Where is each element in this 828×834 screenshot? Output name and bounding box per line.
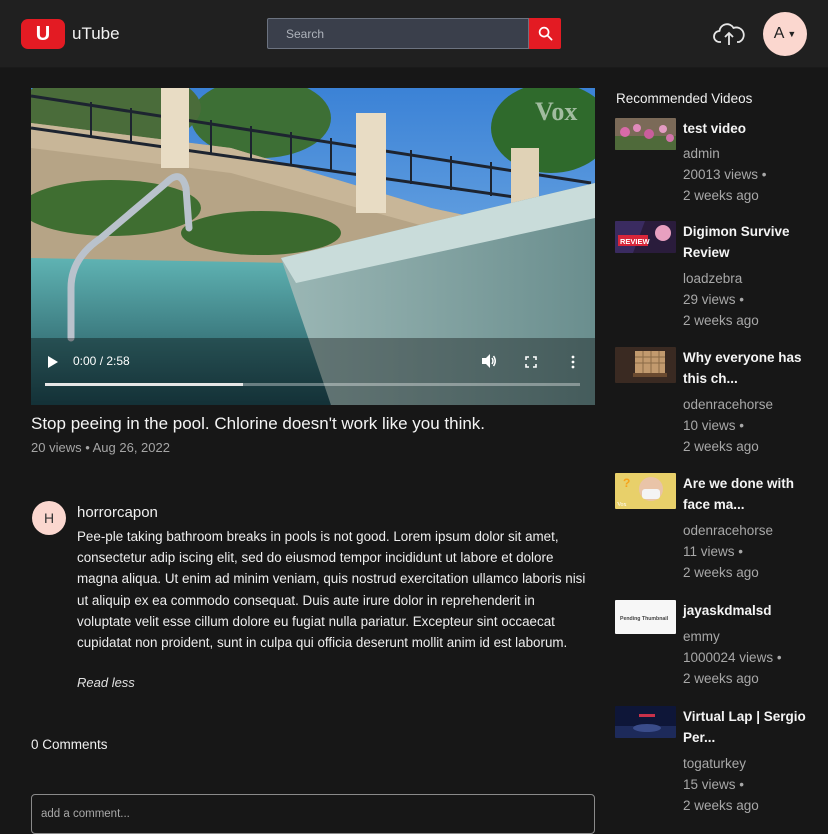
recommended-title[interactable]: test video	[683, 118, 813, 139]
avatar-letter: A	[773, 25, 785, 42]
video-player[interactable]: Vox 0:00 / 2:58	[31, 88, 595, 405]
thumbnail-text: Vox	[617, 502, 627, 508]
thumbnail-text: REVIEW	[620, 237, 651, 246]
recommended-item[interactable]: test video admin 20013 views • 2 weeks a…	[615, 118, 820, 236]
progress-fill	[45, 383, 243, 386]
recommended-title[interactable]: Digimon Survive Review	[683, 221, 813, 263]
video-thumbnail[interactable]	[615, 347, 676, 383]
recommended-item[interactable]: Pending Thumbnail jayaskdmalsd emmy 1000…	[615, 600, 820, 718]
recommended-age: 2 weeks ago	[683, 439, 759, 454]
play-button[interactable]	[47, 355, 59, 369]
player-controls: 0:00 / 2:58	[31, 88, 595, 405]
uploader-name[interactable]: horrorcapon	[77, 504, 158, 521]
recommended-title[interactable]: Are we done with face ma...	[683, 473, 813, 515]
more-options-icon[interactable]	[570, 355, 576, 369]
upload-button[interactable]	[712, 20, 746, 48]
recommended-title[interactable]: Virtual Lap | Sergio Per...	[683, 706, 813, 748]
search-bar	[267, 18, 561, 49]
recommended-item[interactable]: Virtual Lap | Sergio Per... togaturkey 1…	[615, 706, 820, 824]
recommended-views: 20013 views •	[683, 167, 767, 182]
video-thumbnail[interactable]: ? Vox	[615, 473, 676, 509]
top-header: U uTube A ▼	[0, 0, 828, 68]
recommended-channel: loadzebra	[683, 271, 743, 286]
video-meta: 20 views • Aug 26, 2022	[31, 440, 170, 455]
thumbnail-text: Pending Thumbnail	[620, 616, 669, 622]
uploader-avatar-letter: H	[43, 510, 55, 526]
recommended-age: 2 weeks ago	[683, 565, 759, 580]
read-less-link[interactable]: Read less	[77, 675, 135, 690]
recommended-views: 15 views •	[683, 777, 745, 792]
recommended-channel: odenracehorse	[683, 397, 774, 412]
caret-down-icon: ▼	[787, 29, 797, 39]
recommended-channel: odenracehorse	[683, 523, 774, 538]
recommended-channel: admin	[683, 146, 720, 161]
progress-bar[interactable]	[45, 383, 580, 386]
recommended-title[interactable]: jayaskdmalsd	[683, 600, 813, 621]
fullscreen-button[interactable]	[525, 356, 537, 368]
search-button[interactable]	[529, 18, 561, 49]
time-display: 0:00 / 2:58	[73, 354, 130, 368]
recommended-age: 2 weeks ago	[683, 798, 759, 813]
app-name[interactable]: uTube	[72, 24, 120, 44]
recommended-views: 10 views •	[683, 418, 745, 433]
recommended-views: 1000024 views •	[683, 650, 782, 665]
video-thumbnail[interactable]: Pending Thumbnail	[615, 600, 676, 634]
comment-input[interactable]	[31, 794, 595, 834]
recommended-channel: togaturkey	[683, 756, 747, 771]
recommended-age: 2 weeks ago	[683, 188, 759, 203]
search-icon	[538, 26, 552, 41]
logo[interactable]: U	[21, 19, 65, 49]
recommended-item[interactable]: ? Vox Are we done with face ma... odenra…	[615, 473, 820, 591]
svg-text:?: ?	[623, 476, 630, 490]
recommended-channel: emmy	[683, 629, 720, 644]
recommended-title[interactable]: Why everyone has this ch...	[683, 347, 813, 389]
video-description: Pee-ple taking bathroom breaks in pools …	[77, 529, 586, 651]
uploader-avatar[interactable]: H	[32, 501, 66, 535]
recommended-item[interactable]: REVIEW Digimon Survive Review loadzebra …	[615, 221, 820, 339]
recommended-views: 29 views •	[683, 292, 745, 307]
volume-button[interactable]	[481, 353, 497, 369]
video-thumbnail[interactable]: REVIEW	[615, 221, 676, 253]
logo-letter: U	[35, 22, 51, 45]
recommended-age: 2 weeks ago	[683, 671, 759, 686]
video-thumbnail[interactable]	[615, 706, 676, 738]
recommended-views: 11 views •	[683, 544, 743, 559]
comments-count: 0 Comments	[31, 737, 108, 752]
search-input[interactable]	[267, 18, 529, 49]
recommended-item[interactable]: Why everyone has this ch... odenracehors…	[615, 347, 820, 465]
cloud-upload-icon	[713, 23, 745, 45]
account-menu-button[interactable]: A ▼	[763, 12, 807, 56]
recommended-heading: Recommended Videos	[616, 91, 753, 106]
recommended-age: 2 weeks ago	[683, 313, 759, 328]
video-thumbnail[interactable]	[615, 118, 676, 150]
video-title: Stop peeing in the pool. Chlorine doesn'…	[31, 414, 486, 433]
